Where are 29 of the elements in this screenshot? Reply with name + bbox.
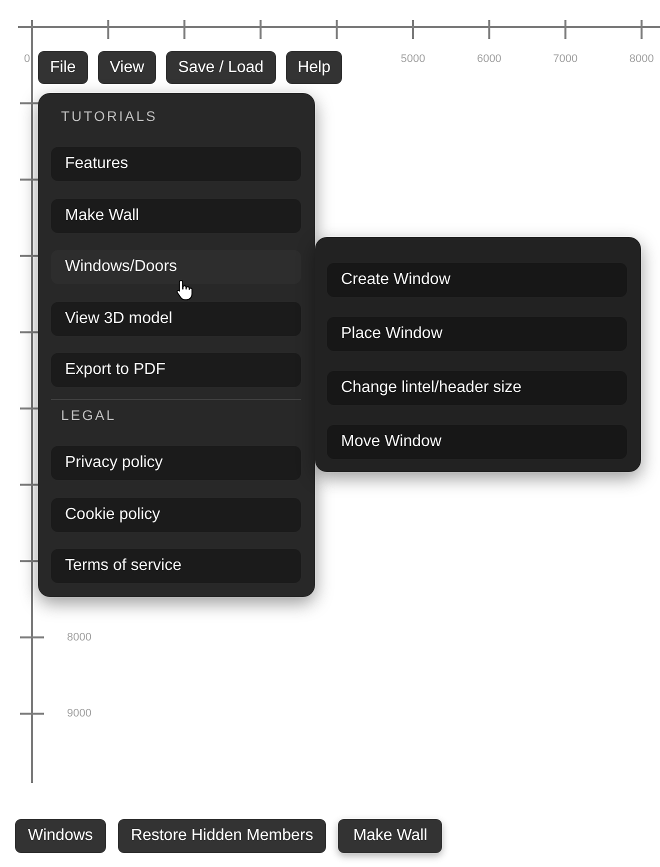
ruler-label: 7000	[553, 53, 578, 65]
menu-button[interactable]: Save / Load	[166, 51, 276, 84]
submenu-item[interactable]: Move Window	[327, 425, 627, 459]
menu-button[interactable]: Help	[286, 51, 342, 84]
ruler-label: 8000	[67, 631, 92, 644]
menu-item[interactable]: Cookie policy	[51, 498, 301, 532]
menu-item[interactable]: Windows/Doors	[51, 250, 301, 284]
toolbar-button[interactable]: Windows	[15, 819, 106, 853]
pointer-hand-icon	[176, 279, 193, 301]
ruler-label: 9000	[67, 708, 92, 720]
toolbar-button[interactable]: Restore Hidden Members	[118, 819, 326, 853]
toolbar-button[interactable]: Make Wall	[338, 819, 442, 853]
ruler-label: 0	[24, 53, 30, 65]
section-heading: TUTORIALS	[61, 107, 158, 125]
menu-item[interactable]: Export to PDF	[51, 353, 301, 387]
menu-item[interactable]: Privacy policy	[51, 446, 301, 480]
submenu-item[interactable]: Place Window	[327, 317, 627, 351]
menu-item[interactable]: Terms of service	[51, 549, 301, 583]
menu-item[interactable]: Features	[51, 147, 301, 181]
menu-button[interactable]: View	[98, 51, 156, 84]
submenu-item[interactable]: Change lintel/header size	[327, 371, 627, 405]
menu-item[interactable]: Make Wall	[51, 198, 301, 232]
ruler-label: 5000	[400, 53, 426, 65]
ruler-label: 6000	[476, 53, 502, 65]
section-heading: LEGAL	[61, 406, 116, 424]
submenu-item[interactable]: Create Window	[327, 263, 627, 297]
ruler-label: 8000	[629, 53, 654, 65]
menu-button[interactable]: File	[38, 51, 88, 84]
menu-item[interactable]: View 3D model	[51, 302, 301, 336]
